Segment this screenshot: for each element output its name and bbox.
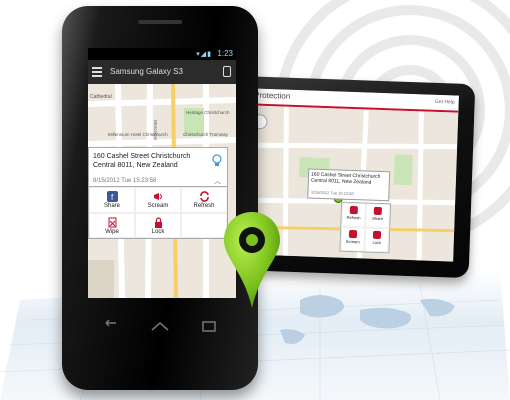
- refresh-icon: [199, 191, 209, 202]
- menu-icon[interactable]: [92, 67, 102, 77]
- phone-speaker: [138, 20, 182, 24]
- lock-label: Lock: [151, 228, 165, 235]
- scream-label: Scream: [147, 203, 169, 209]
- collapse-icon[interactable]: ︿: [214, 176, 221, 186]
- refresh-label: Refresh: [193, 203, 215, 209]
- map-label-heritage: Heritage Christchurch: [186, 110, 230, 115]
- tablet-scream-label: Scream: [345, 238, 360, 245]
- phone-nav-buttons: [102, 320, 218, 334]
- map-label-millennium: Millennium Hotel Christchurch: [108, 132, 168, 137]
- share-icon: [373, 206, 382, 216]
- map-label-cathedral: Cathedral: [90, 94, 112, 100]
- phone-location-popup: 160 Cashel Street Christchurch Central 8…: [88, 147, 228, 187]
- map-label-worcester: Worcester: [153, 120, 158, 141]
- map-label-tramway: Christchurch Tramway: [183, 132, 229, 137]
- lightbulb-icon[interactable]: [211, 154, 223, 168]
- refresh-icon: [349, 205, 358, 215]
- back-icon[interactable]: [102, 320, 120, 334]
- megaphone-icon: [348, 229, 358, 239]
- phone-popup-address: 160 Cashel Street Christchurch Central 8…: [93, 153, 191, 169]
- share-button[interactable]: f Share: [89, 187, 135, 213]
- tablet-refresh-label: Refresh: [346, 214, 361, 221]
- home-icon[interactable]: [150, 320, 170, 334]
- lock-icon: [154, 216, 162, 228]
- tablet-action-grid: Refresh Share Scream Lock: [339, 201, 392, 254]
- wipe-icon: [108, 217, 116, 227]
- tablet-popup-date: 8/15/2012 Tue 15:23:58: [311, 189, 354, 197]
- refresh-button[interactable]: Refresh: [181, 187, 227, 213]
- tablet-share-button[interactable]: Share: [365, 203, 391, 229]
- wipe-button[interactable]: Wipe: [89, 212, 135, 238]
- tablet-popup-address: 160 Cashel Street Christchurch Central 8…: [310, 171, 381, 186]
- tablet-lock-button[interactable]: Lock: [364, 227, 390, 253]
- tablet-lock-label: Lock: [372, 239, 382, 246]
- lock-button[interactable]: Lock: [135, 212, 181, 238]
- hero-scene: eProtection Get Help 160 Cashel Street C…: [0, 0, 510, 400]
- tablet-help-link[interactable]: Get Help: [435, 99, 455, 106]
- tablet-refresh-button[interactable]: Refresh: [341, 202, 367, 228]
- megaphone-icon: [153, 193, 162, 200]
- phone-device-icon[interactable]: [223, 66, 231, 77]
- facebook-share-icon: f: [106, 191, 118, 202]
- empty-action-slot: [181, 212, 227, 238]
- device-title: Samsung Galaxy S3: [110, 67, 183, 76]
- location-pin-icon: [224, 212, 280, 308]
- status-bar: ▾◢▮ 1:23: [88, 48, 236, 60]
- share-label: Share: [103, 203, 120, 209]
- tablet-location-popup: 160 Cashel Street Christchurch Central 8…: [307, 168, 391, 202]
- phone-popup-date: 8/15/2012 Tue 15:23:58: [93, 178, 157, 184]
- status-icons: ▾◢▮: [196, 51, 212, 58]
- recent-apps-icon[interactable]: [200, 320, 218, 334]
- phone-device: ▾◢▮ 1:23 Samsung Galaxy S3 Cathedral Her…: [62, 6, 258, 390]
- tablet-share-label: Share: [372, 215, 383, 222]
- phone-screen: ▾◢▮ 1:23 Samsung Galaxy S3 Cathedral Her…: [88, 48, 236, 298]
- app-bar: Samsung Galaxy S3: [88, 60, 236, 84]
- status-time: 1:23: [217, 49, 233, 58]
- tablet-scream-button[interactable]: Scream: [340, 226, 366, 252]
- phone-action-grid: f Share Scream Refresh Wipe Lock: [88, 187, 228, 239]
- wipe-label: Wipe: [105, 228, 119, 235]
- lock-icon: [372, 230, 382, 240]
- scream-button[interactable]: Scream: [135, 187, 181, 213]
